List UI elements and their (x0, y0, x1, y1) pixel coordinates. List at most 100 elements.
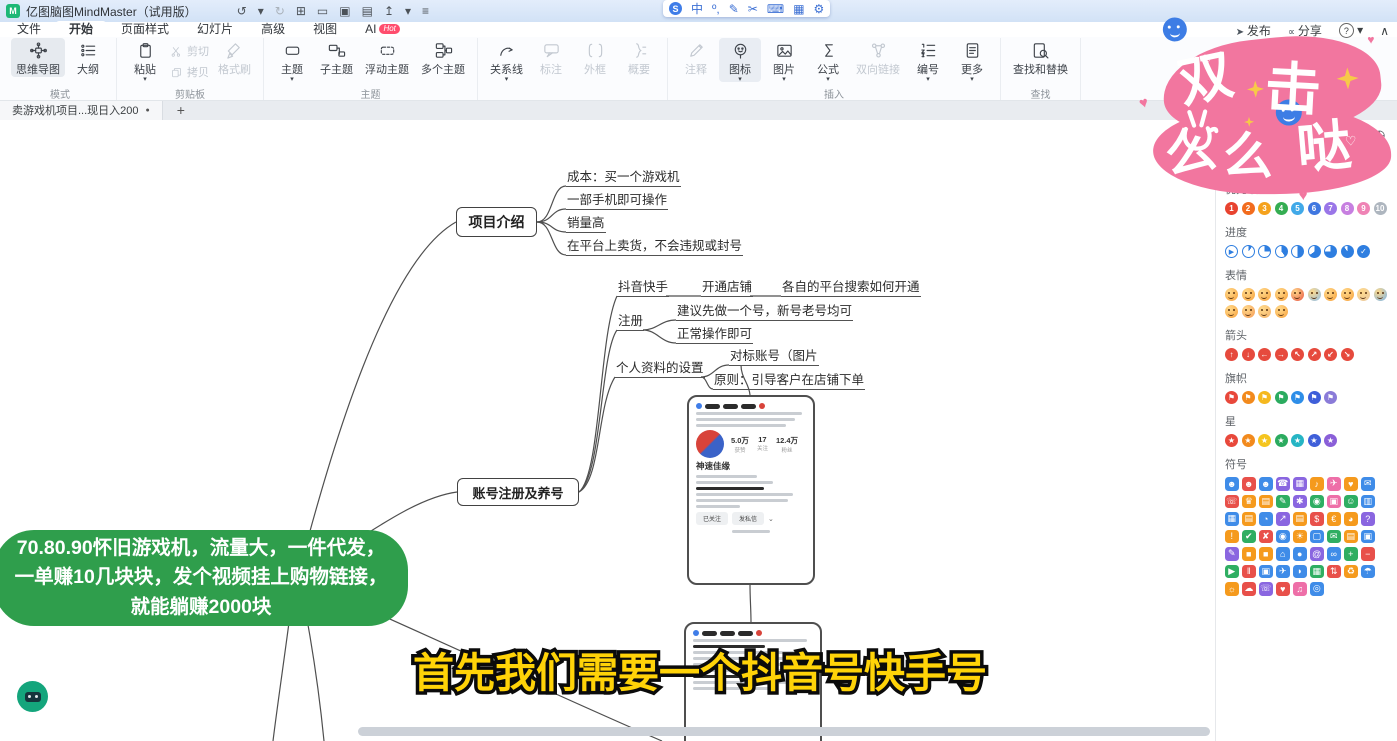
ribbon-button-numbering[interactable]: 编号▾ (907, 38, 949, 82)
ribbon-button-mindmap[interactable]: 思维导图 (11, 38, 65, 77)
new-tab-button[interactable]: + (177, 102, 185, 118)
topic-node[interactable]: 正常操作即可 (676, 327, 753, 344)
emoji-face-icon-3[interactable] (1275, 288, 1288, 301)
symbol-icon-57[interactable]: ♥ (1276, 582, 1290, 596)
emoji-face-icon-7[interactable] (1341, 288, 1354, 301)
symbol-icon-49[interactable]: ◗ (1293, 565, 1307, 579)
箭头-icon-0[interactable]: ↑ (1225, 348, 1238, 361)
箭头-icon-6[interactable]: ↙ (1324, 348, 1337, 361)
screen-recorder-button[interactable] (17, 681, 48, 712)
symbol-icon-41[interactable]: @ (1310, 547, 1324, 561)
topic-node[interactable]: 一部手机即可操作 (566, 193, 668, 210)
ribbon-button-topic[interactable]: 主题▾ (271, 38, 313, 82)
symbol-icon-43[interactable]: + (1344, 547, 1358, 561)
symbol-icon-22[interactable]: ▤ (1293, 512, 1307, 526)
ribbon-button-formula[interactable]: 公式▾ (807, 38, 849, 82)
emoji-face-icon-6[interactable] (1324, 288, 1337, 301)
progress-icon-7[interactable] (1341, 245, 1354, 258)
progress-icon-3[interactable] (1275, 245, 1288, 258)
ribbon-button-picture[interactable]: 图片▾ (763, 38, 805, 82)
旗帜-icon-5[interactable]: ⚑ (1308, 391, 1321, 404)
symbol-icon-54[interactable]: ☼ (1225, 582, 1239, 596)
symbol-icon-58[interactable]: ♫ (1293, 582, 1307, 596)
emoji-face-icon-13[interactable] (1275, 305, 1288, 318)
symbol-icon-27[interactable]: ! (1225, 530, 1239, 544)
旗帜-icon-1[interactable]: ⚑ (1242, 391, 1255, 404)
symbol-icon-26[interactable]: ? (1361, 512, 1375, 526)
symbol-icon-9[interactable]: ☏ (1225, 495, 1239, 509)
new-file-icon[interactable]: ⊞ (296, 4, 306, 18)
topic-node[interactable]: 原则：引导客户在店铺下单 (713, 373, 865, 390)
symbol-icon-40[interactable]: ● (1293, 547, 1307, 561)
星-icon-1[interactable]: ★ (1242, 434, 1255, 447)
horizontal-scrollbar[interactable] (358, 727, 1210, 736)
collapse-ribbon-icon[interactable]: ≡ (422, 4, 429, 18)
ime-logo[interactable]: S (669, 2, 682, 15)
symbol-icon-2[interactable]: ☻ (1259, 477, 1273, 491)
symbol-icon-23[interactable]: $ (1310, 512, 1324, 526)
旗帜-icon-6[interactable]: ⚑ (1324, 391, 1337, 404)
symbol-icon-45[interactable]: ▶ (1225, 565, 1239, 579)
symbol-icon-37[interactable]: ■ (1242, 547, 1256, 561)
progress-icon-8[interactable]: ✓ (1357, 245, 1370, 258)
ime-skin-icon[interactable]: ▦ (793, 2, 804, 16)
topic-node[interactable]: 对标账号（图片 (729, 349, 819, 366)
menu-AI[interactable]: AIHot (352, 21, 413, 37)
symbol-icon-30[interactable]: ◉ (1276, 530, 1290, 544)
symbol-icon-25[interactable]: ◕ (1344, 512, 1358, 526)
emoji-face-icon-11[interactable] (1242, 305, 1255, 318)
ribbon-button-outline[interactable]: 大纲 (67, 38, 109, 77)
箭头-icon-5[interactable]: ↗ (1308, 348, 1321, 361)
symbol-icon-52[interactable]: ♻ (1344, 565, 1358, 579)
topic-node[interactable]: 销量高 (566, 216, 606, 233)
topic-node[interactable]: 各自的平台搜索如何开通 (781, 280, 921, 297)
symbol-icon-36[interactable]: ✎ (1225, 547, 1239, 561)
emoji-face-icon-9[interactable] (1374, 288, 1387, 301)
symbol-icon-39[interactable]: ⌂ (1276, 547, 1290, 561)
symbol-icon-48[interactable]: ✈ (1276, 565, 1290, 579)
symbol-icon-3[interactable]: ☎ (1276, 477, 1290, 491)
symbol-icon-7[interactable]: ♥ (1344, 477, 1358, 491)
symbol-icon-13[interactable]: ✱ (1293, 495, 1307, 509)
箭头-icon-2[interactable]: ← (1258, 348, 1271, 361)
symbol-icon-33[interactable]: ✉ (1327, 530, 1341, 544)
ime-pen-icon[interactable]: ✎ (729, 2, 739, 16)
menu-页面样式[interactable]: 页面样式 (108, 21, 182, 37)
emoji-face-icon-5[interactable] (1308, 288, 1321, 301)
ime-chinese-mode[interactable]: 中 (691, 0, 703, 17)
symbol-icon-46[interactable]: ‖ (1242, 565, 1256, 579)
星-icon-5[interactable]: ★ (1308, 434, 1321, 447)
ribbon-button-multitopic[interactable]: 多个主题 (416, 38, 470, 77)
symbol-icon-11[interactable]: ▤ (1259, 495, 1273, 509)
symbol-icon-38[interactable]: ■ (1259, 547, 1273, 561)
箭头-icon-1[interactable]: ↓ (1242, 348, 1255, 361)
symbol-icon-0[interactable]: ☻ (1225, 477, 1239, 491)
progress-icon-6[interactable] (1324, 245, 1337, 258)
symbol-icon-28[interactable]: ✔ (1242, 530, 1256, 544)
symbol-icon-15[interactable]: ▣ (1327, 495, 1341, 509)
open-file-icon[interactable]: ▭ (317, 4, 328, 18)
星-icon-6[interactable]: ★ (1324, 434, 1337, 447)
symbol-icon-29[interactable]: ✘ (1259, 530, 1273, 544)
document-tab[interactable]: 卖游戏机项目...现日入200 ● (0, 100, 163, 120)
topic-node[interactable]: 建议先做一个号，新号老号均可 (676, 304, 853, 321)
symbol-icon-31[interactable]: ☀ (1293, 530, 1307, 544)
symbol-icon-47[interactable]: ▣ (1259, 565, 1273, 579)
星-icon-2[interactable]: ★ (1258, 434, 1271, 447)
topic-node[interactable]: 抖音快手 (617, 280, 669, 297)
symbol-icon-53[interactable]: ☂ (1361, 565, 1375, 579)
旗帜-icon-3[interactable]: ⚑ (1275, 391, 1288, 404)
symbol-icon-32[interactable]: ▢ (1310, 530, 1324, 544)
topic-node[interactable]: 项目介绍 (456, 207, 537, 237)
symbol-icon-50[interactable]: ▦ (1310, 565, 1324, 579)
symbol-icon-19[interactable]: ▤ (1242, 512, 1256, 526)
emoji-face-icon-4[interactable] (1291, 288, 1304, 301)
menu-高级[interactable]: 高级 (248, 21, 298, 37)
symbol-icon-44[interactable]: − (1361, 547, 1375, 561)
symbol-icon-24[interactable]: € (1327, 512, 1341, 526)
menu-视图[interactable]: 视图 (300, 21, 350, 37)
ime-keyboard-icon[interactable]: ⌨ (767, 2, 784, 16)
箭头-icon-3[interactable]: → (1275, 348, 1288, 361)
symbol-icon-55[interactable]: ☁ (1242, 582, 1256, 596)
symbol-icon-20[interactable]: ◔ (1259, 512, 1273, 526)
